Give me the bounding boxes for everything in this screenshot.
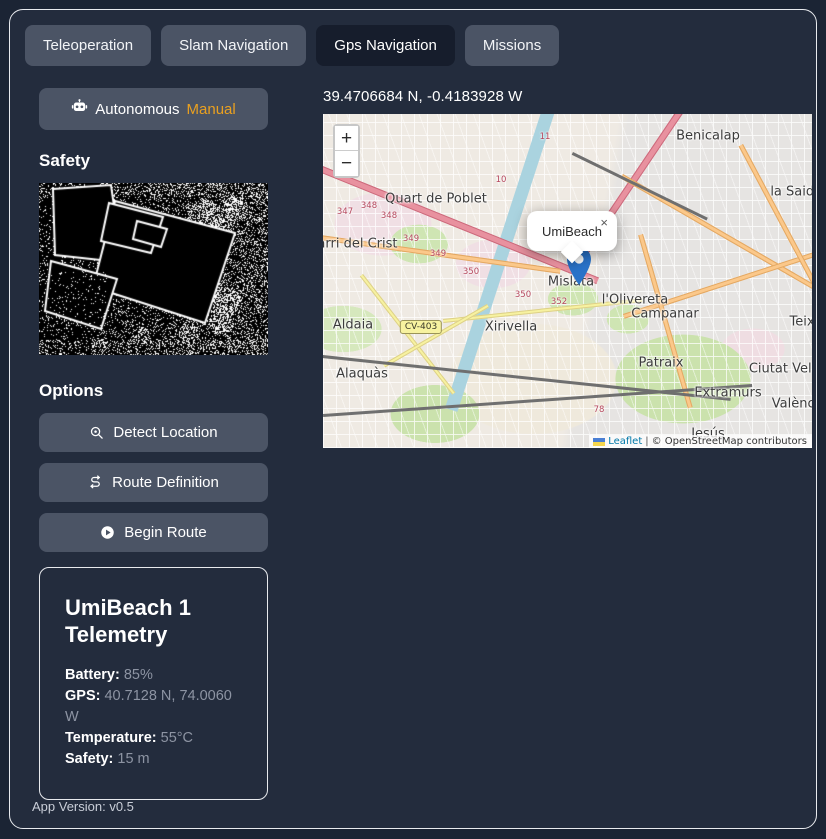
telemetry-row-temperature: Temperature: 55°C (65, 728, 242, 749)
robot-icon (71, 99, 88, 119)
popup-text: UmiBeach (542, 224, 602, 239)
location-search-icon (89, 425, 104, 440)
coordinate-readout: 39.4706684 N, -0.4183928 W (323, 88, 523, 105)
map-highway-shield: 348 (360, 201, 378, 211)
map-place-label: Teixa (789, 314, 812, 330)
telemetry-row-safety: Safety: 15 m (65, 749, 242, 770)
tab-gps-navigation[interactable]: Gps Navigation (316, 25, 455, 66)
map-highway-shield: 347 (336, 207, 354, 217)
map-place-label: Campanar (631, 306, 699, 322)
telemetry-key-temperature: Temperature: (65, 729, 157, 746)
telemetry-key-gps: GPS: (65, 687, 101, 704)
map-place-label: l'Olivereta (601, 292, 669, 308)
map-place-label: Benicalap (676, 128, 740, 144)
tab-bar: Teleoperation Slam Navigation Gps Naviga… (10, 10, 816, 66)
map-place-label: Aldaia (332, 317, 374, 333)
telemetry-key-battery: Battery: (65, 666, 120, 683)
telemetry-row-gps: GPS: 40.7128 N, 74.0060 W (65, 686, 242, 728)
map-highway-shield: 349 (429, 249, 447, 259)
popup-close-icon[interactable]: × (598, 214, 610, 231)
osm-attribution-text: © OpenStreetMap contributors (651, 436, 807, 447)
route-icon (88, 475, 103, 490)
mode-manual-label: Manual (186, 100, 236, 118)
mode-toggle-button[interactable]: Autonomous Manual (39, 88, 268, 130)
zoom-in-button[interactable]: + (335, 126, 358, 151)
detect-location-label: Detect Location (113, 424, 218, 441)
map-highway-shield: 10 (495, 175, 507, 185)
map-place-label: Patraix (638, 355, 684, 371)
telemetry-key-safety: Safety: (65, 750, 114, 767)
map-road-shield: CV-403 (399, 320, 443, 334)
detect-location-button[interactable]: Detect Location (39, 413, 268, 452)
safety-occupancy-map (39, 183, 268, 355)
options-heading: Options (39, 381, 104, 400)
map-highway-shield: 348 (380, 211, 398, 221)
map-place-label: Quart de Poblet (385, 191, 487, 207)
main-content: Autonomous Manual Safety Options Detect … (10, 66, 816, 800)
map-place-label: Extramurs (694, 385, 762, 401)
tab-missions[interactable]: Missions (464, 25, 560, 66)
telemetry-card: UmiBeach 1 Telemetry Battery: 85% GPS: 4… (39, 567, 268, 800)
tab-slam-navigation[interactable]: Slam Navigation (161, 25, 307, 66)
telemetry-row-battery: Battery: 85% (65, 665, 242, 686)
attribution-separator: | (645, 436, 649, 447)
map-attribution: Leaflet | © OpenStreetMap contributors (589, 435, 812, 448)
tab-teleoperation[interactable]: Teleoperation (25, 25, 152, 66)
map-place-label: Ciutat Vella (748, 361, 812, 377)
map-highway-shield: 11 (539, 132, 551, 142)
telemetry-value-temperature: 55°C (160, 729, 194, 746)
map-highway-shield: 78 (593, 405, 605, 415)
route-definition-button[interactable]: Route Definition (39, 463, 268, 502)
map-highway-shield: 349 (402, 234, 420, 244)
map-place-label: València (771, 396, 812, 412)
map-popup[interactable]: × UmiBeach (527, 211, 617, 264)
app-window: Teleoperation Slam Navigation Gps Naviga… (9, 9, 817, 829)
telemetry-title: UmiBeach 1 Telemetry (65, 595, 191, 648)
route-definition-label: Route Definition (112, 474, 219, 491)
zoom-out-button[interactable]: − (335, 151, 358, 176)
safety-heading: Safety (39, 151, 91, 170)
mode-autonomous-label: Autonomous (95, 100, 180, 118)
map-panel: 39.4706684 N, -0.4183928 W Quart de Pobl… (323, 88, 816, 800)
telemetry-value-safety: 15 m (117, 750, 150, 767)
map-place-label: Barri del Crist (323, 236, 398, 252)
leaflet-link[interactable]: Leaflet (608, 436, 642, 447)
begin-route-label: Begin Route (124, 524, 207, 541)
map-zoom-control[interactable]: + − (333, 124, 360, 178)
left-sidebar: Autonomous Manual Safety Options Detect … (39, 88, 304, 800)
leaflet-map[interactable]: Quart de Poblet Barri del Crist Aldaia Alaq… (323, 114, 812, 448)
begin-route-button[interactable]: Begin Route (39, 513, 268, 552)
map-place-label: Xirivella (484, 319, 538, 335)
map-place-label: la Saidia (770, 184, 812, 200)
map-place-label: Alaquàs (336, 366, 388, 382)
map-highway-shield: 350 (462, 267, 480, 277)
map-highway-shield: 352 (550, 297, 568, 307)
telemetry-value-battery: 85% (123, 666, 153, 683)
play-circle-icon (100, 525, 115, 540)
map-highway-shield: 350 (514, 290, 532, 300)
ukraine-flag-icon (593, 437, 606, 446)
app-version-label: App Version: v0.5 (32, 799, 134, 814)
